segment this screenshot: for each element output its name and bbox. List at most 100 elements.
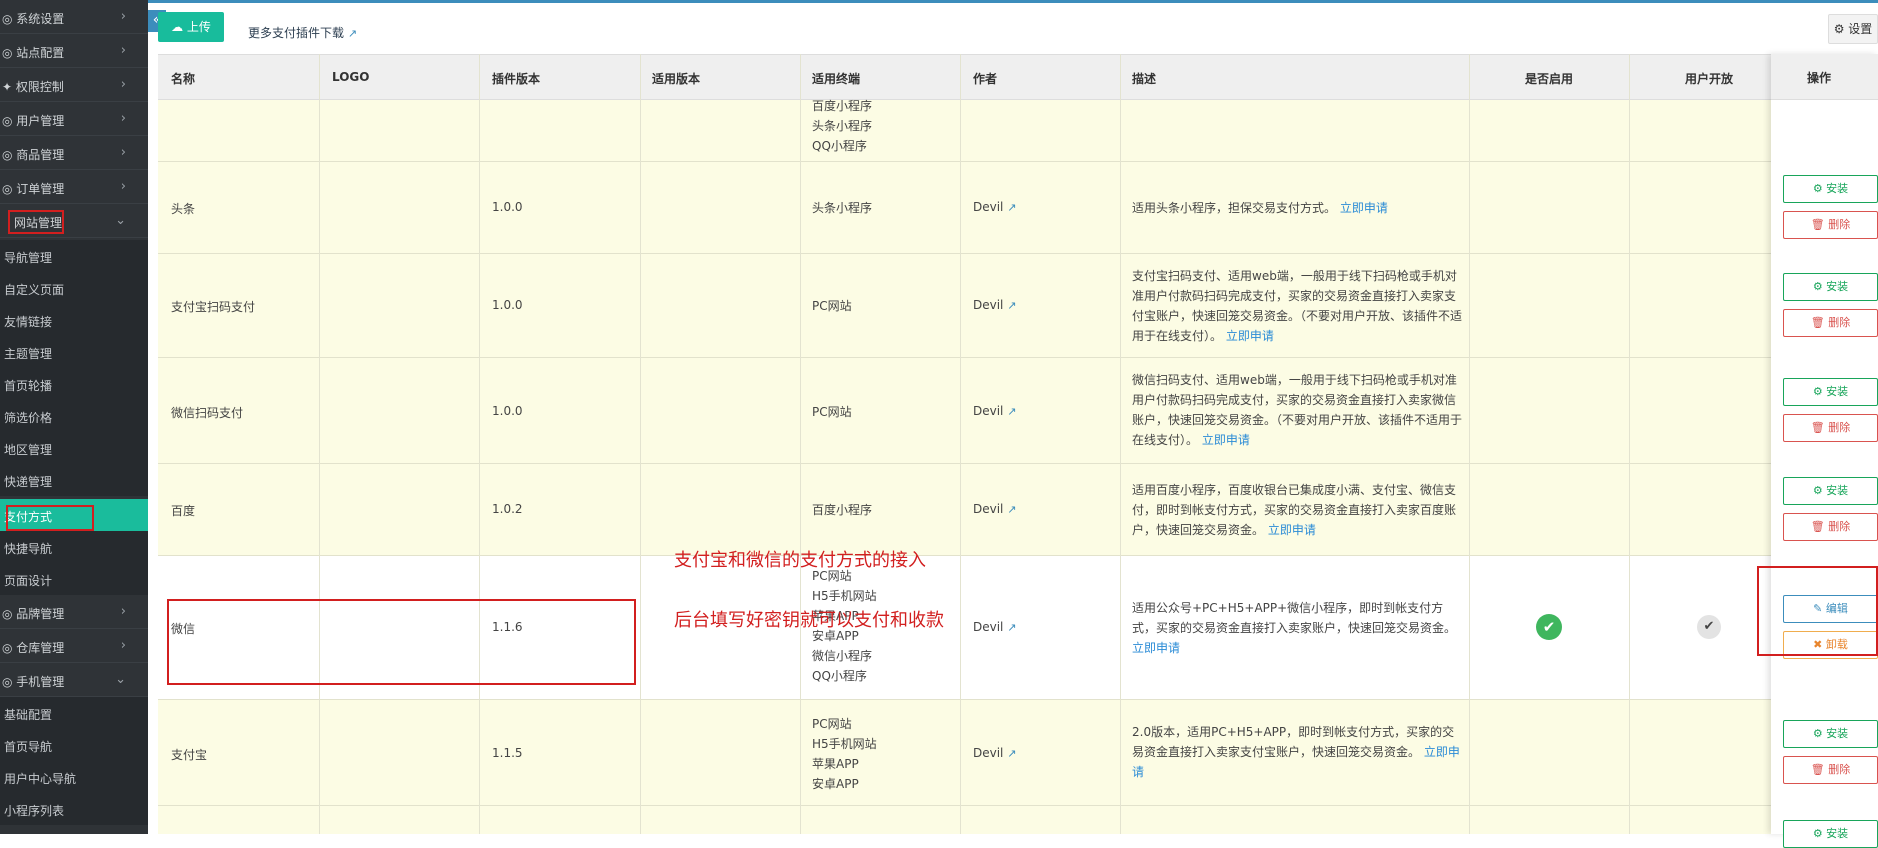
install-button[interactable]: ⚙ 安装 [1783,175,1878,203]
delete-button[interactable]: 🗑 删除 [1783,513,1878,541]
sidebar-sub-quick-nav[interactable]: 快捷导航 [0,531,148,563]
sidebar-sub-custom-page[interactable]: 自定义页面 [0,272,148,304]
install-button[interactable]: ⚙ 安装 [1783,378,1878,406]
author-link[interactable]: Devil ↗ [973,620,1016,634]
author-name: Devil [973,298,1004,312]
sidebar-sub-links[interactable]: 友情链接 [0,304,148,336]
sidebar-sub-basic-config[interactable]: 基础配置 [0,697,148,729]
apply-link[interactable]: 立即申请 [1340,201,1388,215]
terminals-list: PC网站 [812,402,852,422]
terminals-list: 头条小程序 [812,198,872,218]
table-row: 微信扫码支付 1.0.0 PC网站 Devil ↗ 微信扫码支付、适用web端，… [158,358,1771,464]
apply-link[interactable]: 立即申请 [1226,329,1274,343]
install-button[interactable]: ⚙ 安装 [1783,477,1878,505]
external-link-icon: ↗ [347,27,358,40]
sidebar-sub-label: 用户中心导航 [4,772,77,786]
plugin-name: 支付宝扫码支付 [171,300,256,314]
author-link[interactable]: Devil ↗ [973,404,1016,418]
sidebar-item-users[interactable]: ◎ 用户管理 › [0,102,148,136]
author-name: Devil [973,404,1004,418]
sidebar-sub-page-design[interactable]: 页面设计 [0,563,148,595]
sidebar-item-label: ◎ 系统设置 [2,12,65,26]
apply-link[interactable]: 立即申请 [1202,433,1250,447]
plugin-description: 适用头条小程序，担保交易支付方式。 立即申请 [1132,198,1462,218]
sidebar-sub-nav[interactable]: 导航管理 [0,240,148,272]
delete-button[interactable]: 🗑 删除 [1783,756,1878,784]
sidebar-sub-label: 地区管理 [4,443,53,457]
sidebar-item-warehouse[interactable]: ◎ 仓库管理 › [0,629,148,663]
table-row [158,806,1771,834]
terminal-item: 安卓APP [812,777,859,791]
external-link-icon: ↗ [1007,299,1017,312]
terminal-item: 微信小程序 [812,649,873,663]
external-link-icon: ↗ [1007,621,1017,634]
description-text: 支付宝扫码支付、适用web端，一般用于线下扫码枪或手机对准用户付款码扫码完成支付… [1132,269,1463,343]
sidebar-sub-label: 导航管理 [4,251,53,265]
apply-link[interactable]: 立即申请 [1132,641,1180,655]
install-button[interactable]: ⚙ 安装 [1783,820,1878,848]
sidebar-item-goods[interactable]: ◎ 商品管理 › [0,136,148,170]
chevron-right-icon: › [120,145,126,160]
annotation-box-payment [6,505,94,531]
install-button[interactable]: ⚙ 安装 [1783,720,1878,748]
sidebar-sub-slider[interactable]: 首页轮播 [0,368,148,400]
col-plugin-version: 插件版本 [492,72,541,86]
sidebar-sub-home-nav[interactable]: 首页导航 [0,729,148,761]
sidebar-item-label: ◎ 品牌管理 [2,607,65,621]
column-divider [960,54,961,834]
terminal-item: 苹果APP [812,757,859,771]
author-link[interactable]: Devil ↗ [973,200,1016,214]
terminal-item: 百度小程序 [812,503,873,517]
enabled-check-icon[interactable]: ✔ [1536,614,1562,640]
sidebar-item-label: ◎ 仓库管理 [2,641,65,655]
chevron-down-icon: ⌄ [115,213,126,228]
sidebar-sub-theme[interactable]: 主题管理 [0,336,148,368]
sidebar-item-site-config[interactable]: ◎ 站点配置 › [0,34,148,68]
delete-button[interactable]: 🗑 删除 [1783,414,1878,442]
plugin-name: 头条 [171,202,196,216]
sidebar-item-permissions[interactable]: ✦ 权限控制 › [0,68,148,102]
terminal-item: PC网站 [812,717,852,731]
sidebar-sub-miniapp-list[interactable]: 小程序列表 [0,793,148,825]
delete-button[interactable]: 🗑 删除 [1783,309,1878,337]
plugin-name: 支付宝 [171,748,208,762]
author-name: Devil [973,746,1004,760]
author-link[interactable]: Devil ↗ [973,298,1016,312]
sidebar-sub-region[interactable]: 地区管理 [0,432,148,464]
settings-button[interactable]: ⚙ 设置 [1828,14,1878,44]
more-plugins-link[interactable]: 更多支付插件下载 ↗ [248,24,357,41]
annotation-box-wechat-row [167,599,636,685]
delete-button[interactable]: 🗑 删除 [1783,211,1878,239]
sidebar-sub-label: 筛选价格 [4,411,53,425]
sidebar-item-brand[interactable]: ◎ 品牌管理 › [0,595,148,629]
description-text: 适用头条小程序，担保交易支付方式。 [1132,201,1337,215]
install-button[interactable]: ⚙ 安装 [1783,273,1878,301]
user-open-check-icon[interactable]: ✔ [1697,615,1721,639]
apply-link[interactable]: 立即申请 [1268,523,1316,537]
author-link[interactable]: Devil ↗ [973,502,1016,516]
terminal-item: PC网站 [812,405,852,419]
sidebar-sub-express[interactable]: 快递管理 [0,464,148,496]
sidebar-item-label: ✦ 权限控制 [2,80,64,94]
column-divider [1120,54,1121,834]
table-row: 支付宝 1.1.5 PC网站 H5手机网站 苹果APP 安卓APP Devil … [158,700,1771,806]
sidebar-sub-user-center-nav[interactable]: 用户中心导航 [0,761,148,793]
plugin-name: 微信扫码支付 [171,406,244,420]
external-link-icon: ↗ [1007,747,1017,760]
col-terminals: 适用终端 [812,72,861,86]
col-description: 描述 [1132,72,1157,86]
col-enabled: 是否启用 [1524,72,1574,86]
sidebar-sub-label: 主题管理 [4,347,53,361]
description-text: 2.0版本，适用PC+H5+APP，即时到帐支付方式，买家的交易资金直接打入卖家… [1132,725,1455,759]
sidebar-item-orders[interactable]: ◎ 订单管理 › [0,170,148,204]
sidebar-sub-price-filter[interactable]: 筛选价格 [0,400,148,432]
plugin-version: 1.1.5 [492,746,523,760]
author-link[interactable]: Devil ↗ [973,746,1016,760]
terminal-item: QQ小程序 [812,669,867,683]
upload-button[interactable]: ☁ 上传 [158,12,224,42]
description-text: 适用公众号+PC+H5+APP+微信小程序，即时到帐支付方式，买家的交易资金直接… [1132,601,1457,635]
sidebar-item-label: ◎ 站点配置 [2,46,65,60]
sidebar-item-mobile[interactable]: ◎ 手机管理 ⌄ [0,663,148,697]
terminals-list: 百度小程序 [812,500,872,520]
sidebar-item-system-settings[interactable]: ◎ 系统设置 › [0,0,148,34]
